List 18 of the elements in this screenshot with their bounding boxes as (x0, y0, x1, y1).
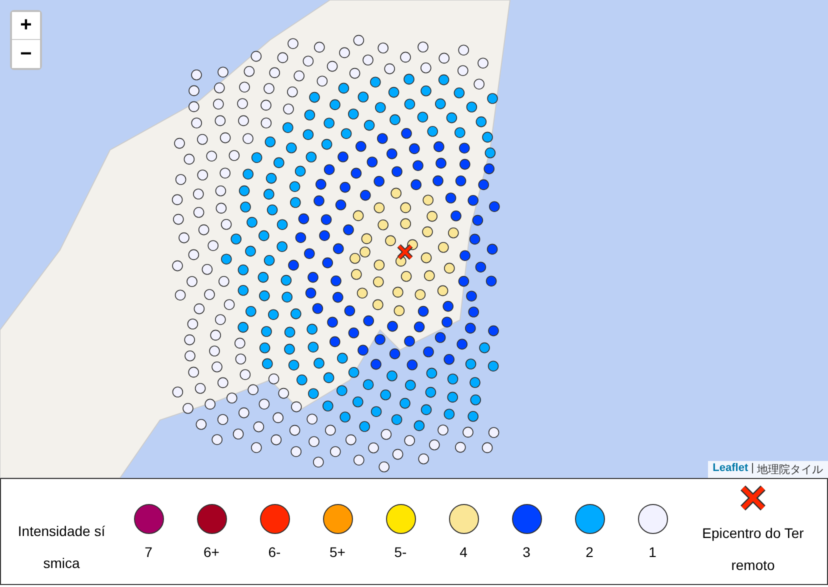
legend-title: Intensidade sísmica (16, 522, 106, 572)
intensity-label: 4 (460, 544, 468, 560)
attribution-source: 地理院タイル (757, 463, 823, 477)
intensity-label: 7 (144, 544, 152, 560)
intensity-label: 6- (268, 544, 281, 560)
intensity-label: 3 (522, 544, 530, 560)
leaflet-link[interactable]: Leaflet (712, 462, 748, 477)
intensity-label: 1 (648, 544, 656, 560)
intensity-label: 5- (394, 544, 407, 560)
zoom-button[interactable]: + (12, 12, 40, 40)
epicenter-cross-icon (396, 243, 414, 261)
map[interactable]: + − Leaflet | 地理院タイル (0, 0, 828, 478)
intensity-label: 6+ (204, 544, 220, 560)
intensity-label: 5+ (330, 544, 346, 560)
epicenter-label: Epicentro do Terremoto (701, 524, 805, 574)
attribution-separator: | (751, 462, 754, 476)
epicenter-cross-icon (738, 482, 768, 512)
intensity-label: 2 (586, 544, 594, 560)
